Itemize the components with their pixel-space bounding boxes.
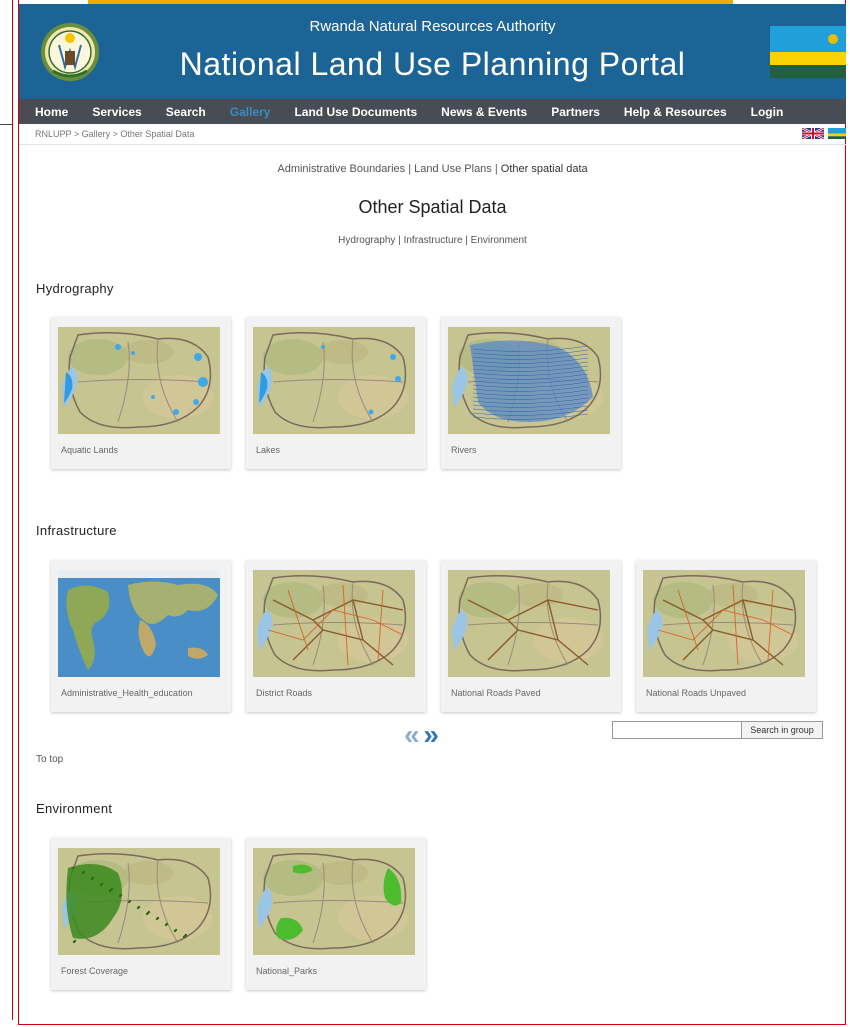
left-frame-divider — [0, 124, 12, 125]
card-caption[interactable]: Aquatic Lands — [61, 445, 118, 455]
nav-land-use-documents[interactable]: Land Use Documents — [282, 105, 429, 119]
nav-home[interactable]: Home — [19, 105, 80, 119]
section-title-hydrography: Hydrography — [36, 281, 114, 296]
breadcrumb-current: Other Spatial Data — [120, 129, 195, 139]
map-thumbnail-icon[interactable] — [58, 327, 220, 434]
link-land-use-plans[interactable]: Land Use Plans — [414, 163, 492, 175]
gallery-links: Administrative Boundaries | Land Use Pla… — [277, 163, 588, 175]
card-caption[interactable]: District Roads — [256, 688, 312, 698]
section-links: Hydrography | Infrastructure | Environme… — [338, 235, 527, 246]
card-caption[interactable]: Rivers — [451, 445, 477, 455]
card-caption[interactable]: Administrative_Health_education — [61, 688, 193, 698]
breadcrumb-home[interactable]: RNLUPP — [35, 129, 71, 139]
portal-title: National Land Use Planning Portal — [179, 46, 686, 82]
rwanda-flag-icon — [770, 26, 846, 78]
map-thumbnail-icon[interactable] — [448, 327, 610, 434]
page-title: Other Spatial Data — [358, 197, 507, 217]
map-thumbnail-icon[interactable] — [253, 848, 415, 955]
gallery-card[interactable]: National Roads Unpaved — [636, 560, 816, 712]
map-thumbnail-icon[interactable] — [448, 570, 610, 677]
map-thumbnail-icon[interactable] — [253, 327, 415, 434]
link-hydrography[interactable]: Hydrography — [338, 235, 395, 246]
nav-partners[interactable]: Partners — [539, 105, 612, 119]
map-thumbnail-icon[interactable] — [58, 848, 220, 955]
main-nav: Home Services Search Gallery Land Use Docume… — [19, 99, 846, 124]
nav-search[interactable]: Search — [154, 105, 218, 119]
map-thumbnail-icon[interactable] — [643, 570, 805, 677]
gallery-card[interactable]: Administrative_Health_education — [51, 560, 231, 712]
card-caption[interactable]: National Roads Unpaved — [646, 688, 746, 698]
gallery-card[interactable]: Forest Coverage — [51, 838, 231, 990]
card-caption[interactable]: Lakes — [256, 445, 280, 455]
gallery-card[interactable]: Aquatic Lands — [51, 317, 231, 469]
section-title-infrastructure: Infrastructure — [36, 523, 117, 538]
english-flag-icon[interactable] — [802, 128, 824, 139]
language-switcher — [802, 128, 846, 139]
gallery-card[interactable]: Rivers — [441, 317, 621, 469]
breadcrumb-gallery[interactable]: Gallery — [82, 129, 111, 139]
map-thumbnail-icon[interactable] — [58, 570, 220, 677]
link-infrastructure[interactable]: Infrastructure — [404, 235, 463, 246]
breadcrumb-bar: RNLUPP > Gallery > Other Spatial Data — [19, 124, 846, 145]
left-frame — [0, 0, 13, 1020]
site-header: Rwanda Natural Resources Authority Natio… — [19, 4, 846, 99]
next-page-button[interactable]: » — [423, 719, 439, 750]
nav-gallery[interactable]: Gallery — [218, 105, 283, 119]
link-administrative-boundaries[interactable]: Administrative Boundaries — [277, 163, 405, 175]
gallery-card[interactable]: District Roads — [246, 560, 426, 712]
nav-login[interactable]: Login — [739, 105, 796, 119]
nav-services[interactable]: Services — [80, 105, 153, 119]
kinyarwanda-flag-icon[interactable] — [828, 128, 846, 139]
map-thumbnail-icon[interactable] — [253, 570, 415, 677]
group-search-input[interactable] — [612, 721, 746, 739]
to-top-link[interactable]: To top — [36, 754, 63, 765]
previous-page-button[interactable]: « — [404, 719, 420, 750]
gallery-card[interactable]: National_Parks — [246, 838, 426, 990]
search-in-group-button[interactable]: Search in group — [741, 721, 823, 739]
nav-news-events[interactable]: News & Events — [429, 105, 539, 119]
org-name: Rwanda Natural Resources Authority — [309, 18, 556, 35]
nav-help-resources[interactable]: Help & Resources — [612, 105, 739, 119]
pager: « » — [404, 719, 439, 751]
link-environment[interactable]: Environment — [471, 235, 527, 246]
card-caption[interactable]: National_Parks — [256, 966, 317, 976]
section-title-environment: Environment — [36, 801, 113, 816]
gallery-card[interactable]: National Roads Paved — [441, 560, 621, 712]
link-other-spatial-data[interactable]: Other spatial data — [501, 163, 588, 175]
gallery-card[interactable]: Lakes — [246, 317, 426, 469]
card-caption[interactable]: National Roads Paved — [451, 688, 541, 698]
card-caption[interactable]: Forest Coverage — [61, 966, 128, 976]
breadcrumb: RNLUPP > Gallery > Other Spatial Data — [35, 129, 195, 139]
